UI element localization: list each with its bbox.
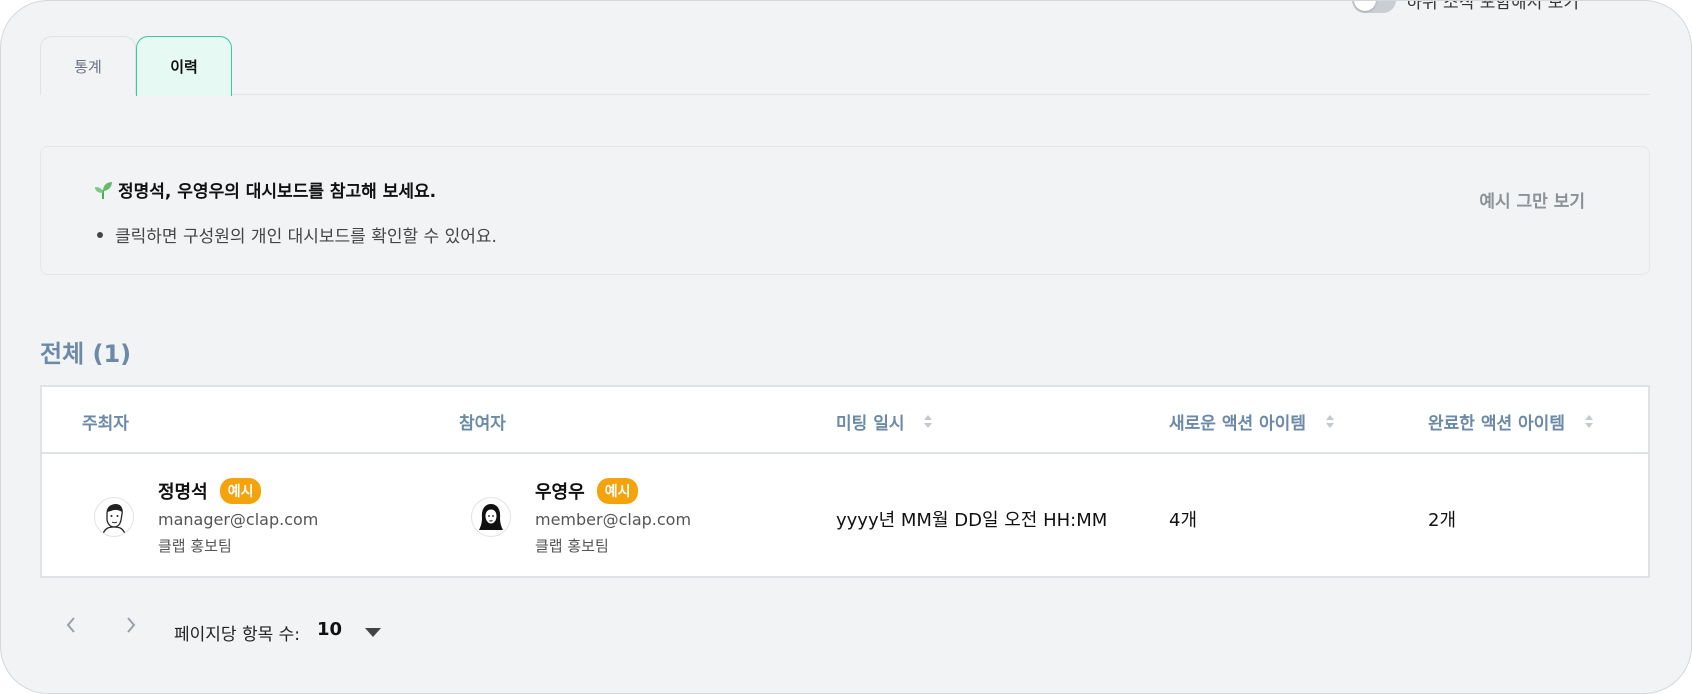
host-name[interactable]: 정명석 [158,478,208,504]
history-table: 주최자 참여자 미팅 일시 새로운 액션 아이템 완료한 액션 아이템 정명석 … [40,385,1650,578]
host-example-badge: 예시 [219,478,262,504]
host-email: manager@clap.com [158,510,319,529]
participant-name[interactable]: 우영우 [535,478,585,504]
host-name-row: 정명석 예시 [158,478,262,504]
participant-email: member@clap.com [535,510,692,529]
tab-statistics[interactable]: 통계 [40,36,136,95]
participant-name-row: 우영우 예시 [535,478,639,504]
woman-avatar-icon [479,504,503,530]
participant-team: 클랩 홍보팀 [535,537,609,555]
include-sub-org-toggle[interactable] [1352,1,1397,13]
sort-icon[interactable] [1325,415,1334,428]
dismiss-example-button[interactable]: 예시 그만 보기 [1479,187,1585,212]
man-avatar-icon [102,504,126,534]
sprout-icon [92,179,114,201]
header-meeting-time[interactable]: 미팅 일시 [836,409,933,434]
header-meeting-time-label: 미팅 일시 [836,414,905,434]
notice-title-row: 정명석, 우영우의 대시보드를 참고해 보세요. [92,177,436,202]
done-actions-cell: 2개 [1428,510,1457,531]
tab-history[interactable]: 이력 [136,36,232,96]
header-host-label: 주최자 [82,414,129,434]
app-window: 하위 조직 포함해서 보기 통계 이력 정명석, 우영우의 대시보드를 참고해 … [0,0,1692,694]
new-actions-cell: 4개 [1169,510,1198,531]
meeting-time-cell: yyyy년 MM월 DD일 오전 HH:MM [836,510,1108,531]
header-host: 주최자 [82,409,129,434]
next-page-button[interactable] [121,615,141,635]
section-title: 전체 (1) [40,340,132,368]
include-sub-org-toggle-group: 하위 조직 포함해서 보기 [1352,0,1579,13]
include-sub-org-label: 하위 조직 포함해서 보기 [1406,0,1579,13]
table-row[interactable]: 정명석 예시 manager@clap.com 클랩 홍보팀 우영우 예시 me… [42,456,1648,578]
participant-avatar[interactable] [471,497,511,537]
participant-example-badge: 예시 [596,478,639,504]
header-done-actions[interactable]: 완료한 액션 아이템 [1428,409,1593,434]
notice-bullet: 클릭하면 구성원의 개인 대시보드를 확인할 수 있어요. [97,222,497,247]
host-avatar[interactable] [94,497,134,537]
tab-bar: 통계 이력 [40,36,1650,96]
caret-down-icon[interactable] [365,628,381,637]
sort-icon[interactable] [1584,415,1593,428]
toggle-knob [1354,1,1377,11]
pagination [61,615,141,635]
header-new-actions[interactable]: 새로운 액션 아이템 [1169,409,1334,434]
per-page-label: 페이지당 항목 수: [174,625,301,645]
example-notice: 정명석, 우영우의 대시보드를 참고해 보세요. 클릭하면 구성원의 개인 대시… [40,146,1650,275]
header-done-actions-label: 완료한 액션 아이템 [1428,414,1565,434]
notice-title: 정명석, 우영우의 대시보드를 참고해 보세요. [118,182,437,202]
header-participant-label: 참여자 [459,414,506,434]
chevron-left-icon [66,617,75,633]
host-team: 클랩 홍보팀 [158,537,232,555]
bullet-dot [97,231,103,238]
table-header: 주최자 참여자 미팅 일시 새로운 액션 아이템 완료한 액션 아이템 [42,387,1648,454]
notice-bullet-text: 클릭하면 구성원의 개인 대시보드를 확인할 수 있어요. [115,227,497,247]
chevron-right-icon [127,617,136,633]
prev-page-button[interactable] [61,615,81,635]
header-new-actions-label: 새로운 액션 아이템 [1169,414,1306,434]
per-page-select[interactable]: 10 [317,619,342,640]
header-participant: 참여자 [459,409,506,434]
sort-icon[interactable] [924,415,933,428]
